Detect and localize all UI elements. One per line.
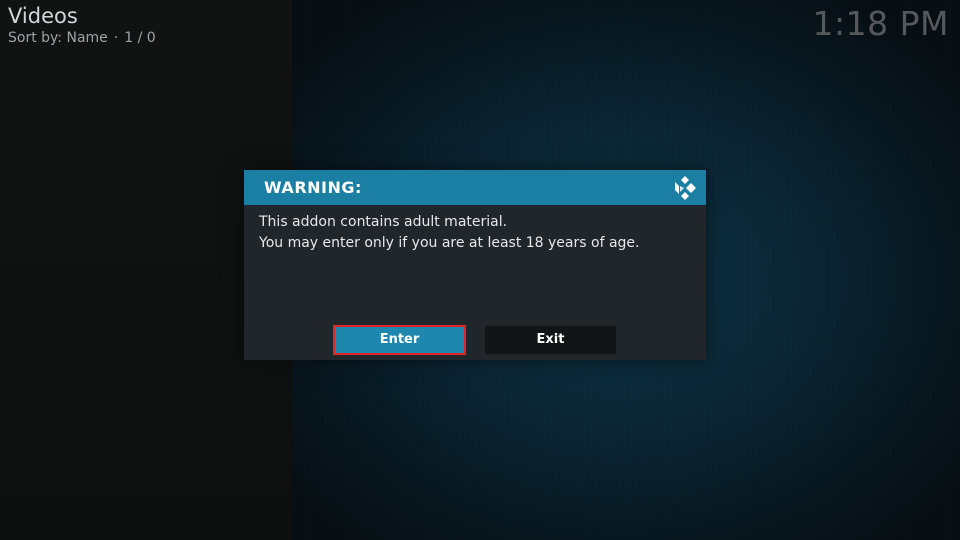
enter-button[interactable]: Enter — [333, 325, 466, 355]
exit-button[interactable]: Exit — [485, 326, 616, 354]
item-count: 1 / 0 — [124, 30, 156, 46]
sort-info: Sort by: Name · 1 / 0 — [8, 29, 156, 47]
dialog-title: WARNING: — [264, 178, 362, 197]
kodi-screen: Videos Sort by: Name · 1 / 0 1:18 PM WARNI… — [0, 0, 960, 540]
message-line-1: This addon contains adult material. — [259, 214, 508, 230]
window-title: Videos — [8, 4, 78, 28]
kodi-logo-icon — [672, 175, 698, 201]
clock: 1:18 PM — [812, 4, 949, 43]
message-line-2: You may enter only if you are at least 1… — [259, 235, 640, 251]
window-header: Videos Sort by: Name · 1 / 0 — [8, 3, 156, 47]
separator: · — [113, 30, 119, 46]
sort-label: Sort by: Name — [8, 30, 108, 46]
dialog-header: WARNING: — [244, 170, 706, 205]
warning-dialog: WARNING: This addon contains adult mater… — [244, 170, 706, 360]
dialog-message: This addon contains adult material. You … — [259, 212, 639, 254]
